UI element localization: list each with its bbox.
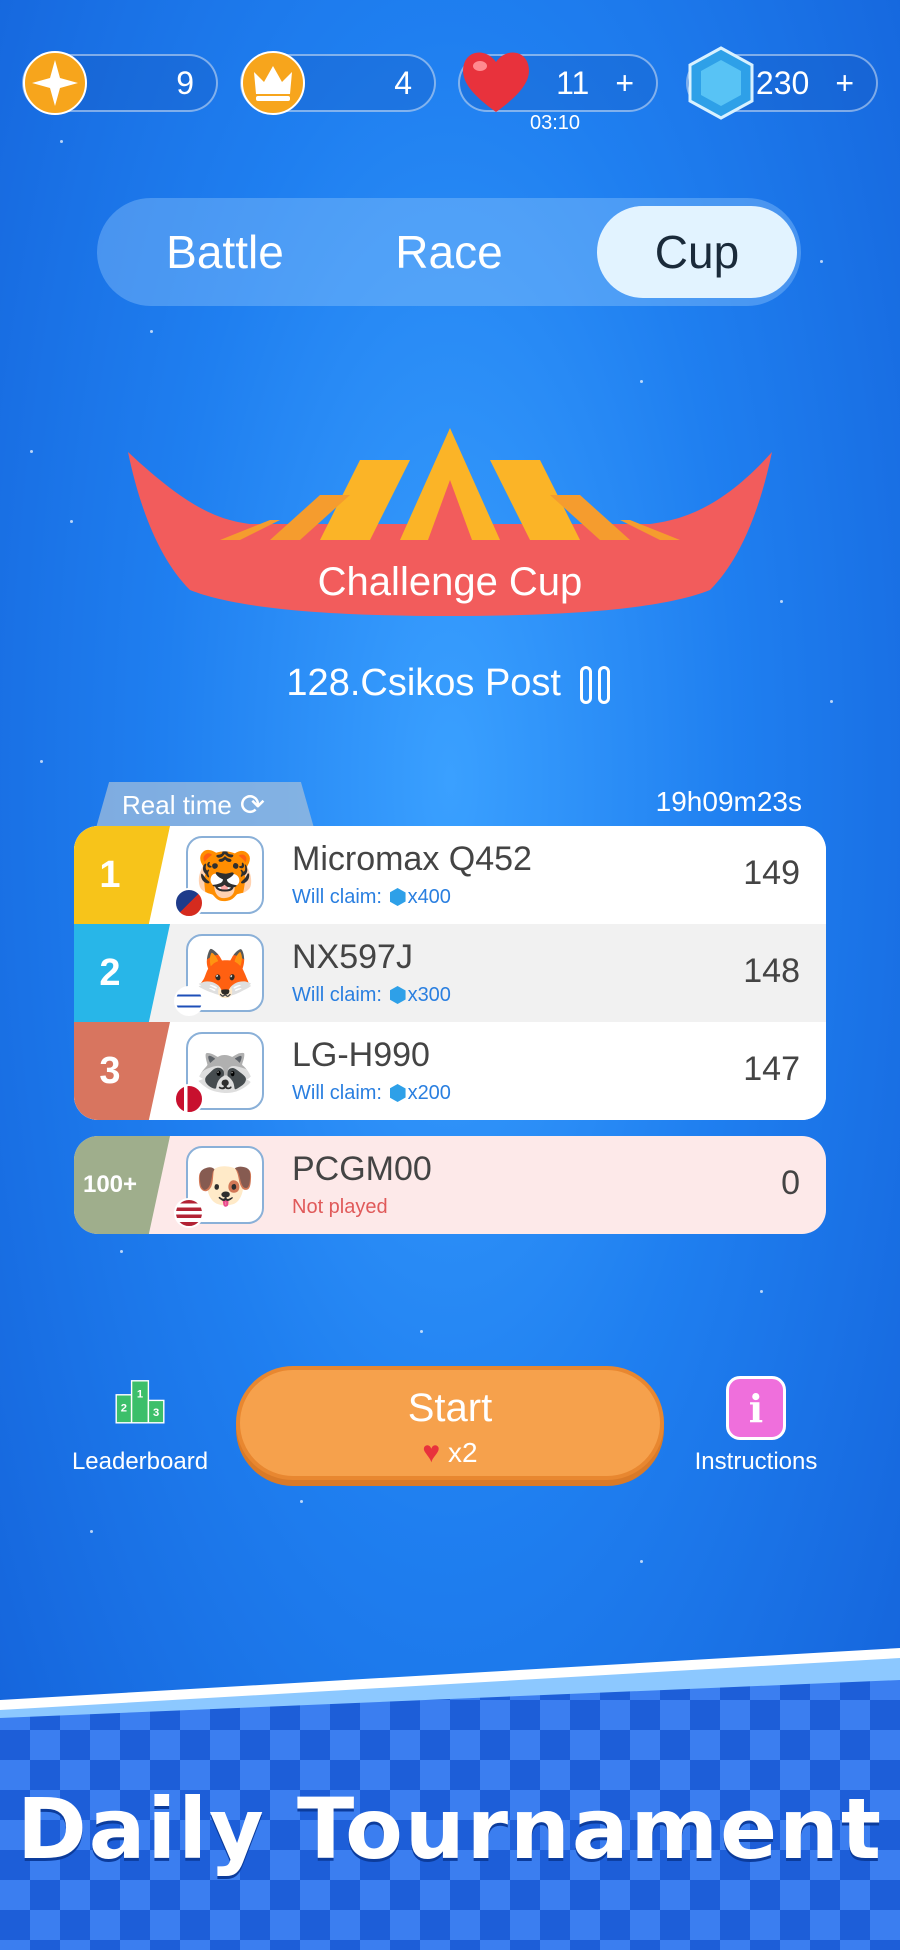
reward-claim: Will claim: x300: [292, 984, 451, 1007]
player-name: NX597J: [292, 938, 413, 976]
stars-value: 9: [176, 64, 194, 101]
rank-number: 2: [99, 951, 121, 994]
player-score: 0: [781, 1164, 800, 1202]
svg-text:3: 3: [153, 1407, 159, 1419]
claim-label: Will claim:: [292, 984, 382, 1006]
reward-claim: Will claim: x200: [292, 1082, 451, 1105]
add-gems-button[interactable]: +: [835, 65, 854, 102]
gems-value: 230: [755, 64, 810, 101]
player-score: 148: [743, 952, 800, 990]
leaderboard-row[interactable]: 1 🐯 Micromax Q452 Will claim: x400 149: [74, 826, 826, 924]
leaderboard-row[interactable]: 2 🦊 NX597J Will claim: x300 148: [74, 924, 826, 1022]
player-name: LG-H990: [292, 1036, 430, 1074]
flag-usa-icon: [174, 1198, 204, 1228]
my-leaderboard-row[interactable]: 100+ 🐶 PCGM00 Not played 0: [74, 1136, 826, 1234]
mode-tabs: Battle Race Cup: [97, 198, 801, 306]
start-button[interactable]: Start ♥ x2: [236, 1366, 664, 1480]
gem-icon: [389, 1084, 406, 1102]
player-score: 149: [743, 854, 800, 892]
leaderboard-label[interactable]: Leaderboard: [60, 1448, 220, 1476]
puzzle-name[interactable]: 128.Csikos Post: [0, 662, 900, 705]
puzzle-title: 128.Csikos Post: [286, 662, 561, 704]
start-cost-amount: x2: [448, 1437, 478, 1468]
tab-battle[interactable]: Battle: [125, 206, 325, 298]
crown-icon: [241, 51, 305, 115]
bronze-trophy-icon: 3: [74, 1022, 170, 1120]
claim-label: Will claim:: [292, 886, 382, 908]
rank-number: 100+: [82, 1171, 138, 1198]
play-status: Not played: [292, 1196, 388, 1218]
player-name: Micromax Q452: [292, 840, 532, 878]
leaderboard-table: 1 🐯 Micromax Q452 Will claim: x400 149 2…: [74, 826, 826, 1120]
instructions-label[interactable]: Instructions: [676, 1448, 836, 1476]
gem-icon: [389, 986, 406, 1004]
tab-race[interactable]: Race: [349, 206, 549, 298]
instructions-icon[interactable]: i: [726, 1376, 786, 1440]
gem-icon: [389, 888, 406, 906]
leaderboard-podium-icon[interactable]: 2 1 3: [64, 1378, 216, 1448]
start-cost: ♥ x2: [240, 1436, 660, 1470]
gold-trophy-icon: 1: [74, 826, 170, 924]
silver-trophy-icon: 2: [74, 924, 170, 1022]
promo-title: Daily Tournament: [16, 1780, 883, 1878]
rank-number: 1: [99, 853, 121, 896]
reward-claim: Will claim: x400: [292, 886, 451, 909]
claim-amount: x300: [407, 984, 451, 1006]
gem-icon: [688, 46, 754, 120]
claim-label: Will claim:: [292, 1082, 382, 1104]
cup-title: Challenge Cup: [317, 560, 583, 604]
refresh-icon[interactable]: ⟳: [240, 788, 265, 823]
flag-israel-icon: [174, 986, 204, 1016]
leaderboard-row[interactable]: 3 🦝 LG-H990 Will claim: x200 147: [74, 1022, 826, 1120]
star-icon: [23, 51, 87, 115]
start-label: Start: [407, 1386, 493, 1430]
heart-icon: [463, 52, 529, 112]
rank-number: 3: [99, 1049, 121, 1092]
realtime-tab[interactable]: Real time ⟳: [96, 782, 314, 828]
player-score: 147: [743, 1050, 800, 1088]
ribbon-badge-icon: 100+: [74, 1136, 170, 1234]
realtime-label: Real time: [122, 789, 232, 820]
resource-bar: 9 4 11 + 230 +: [22, 46, 878, 120]
flag-denmark-icon: [174, 1084, 204, 1114]
svg-text:2: 2: [121, 1403, 127, 1415]
tournament-countdown: 19h09m23s: [655, 786, 802, 817]
claim-amount: x400: [407, 886, 451, 908]
tab-cup[interactable]: Cup: [597, 206, 797, 298]
lives-refill-timer: 03:10: [530, 112, 581, 134]
lives-value: 11: [556, 64, 590, 101]
player-name: PCGM00: [292, 1150, 432, 1188]
flag-icon: [174, 888, 204, 918]
claim-amount: x200: [407, 1082, 451, 1104]
crowns-value: 4: [394, 64, 412, 101]
add-lives-button[interactable]: +: [615, 65, 634, 102]
heart-icon: ♥: [422, 1436, 441, 1469]
svg-text:1: 1: [137, 1389, 143, 1401]
pause-icon[interactable]: [579, 665, 614, 704]
